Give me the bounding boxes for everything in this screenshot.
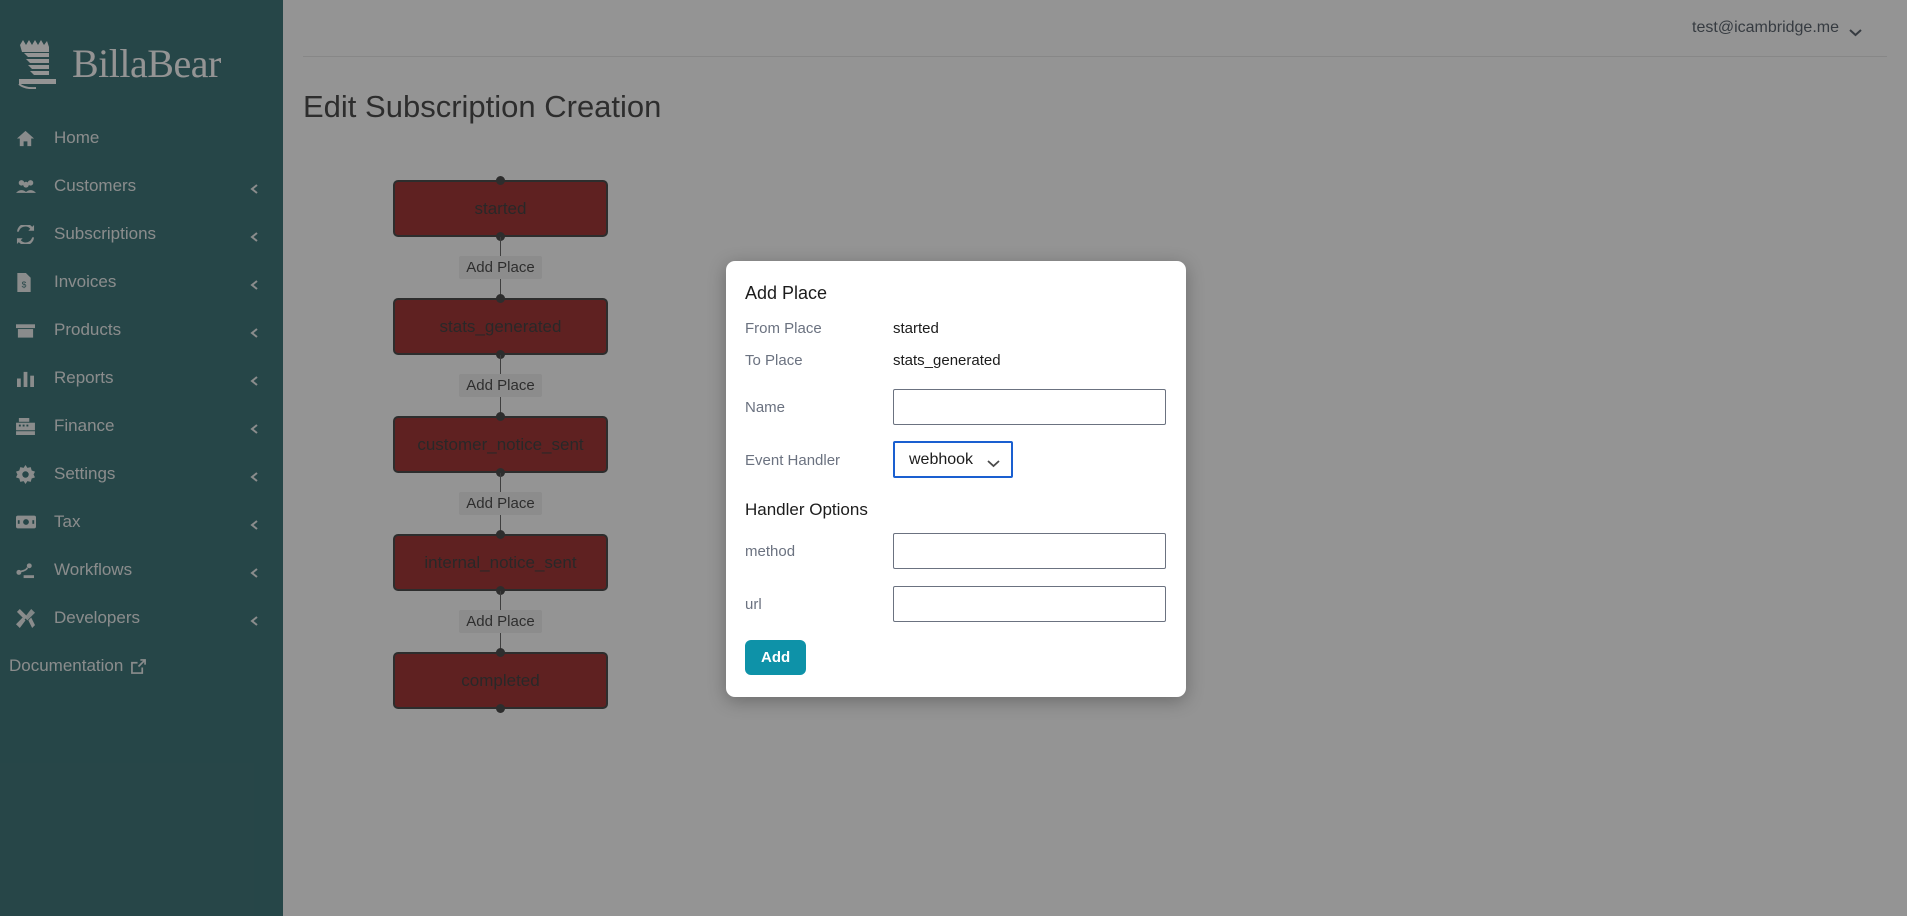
event-handler-select[interactable]: webhook <box>893 441 1014 478</box>
event-handler-label: Event Handler <box>745 452 841 469</box>
app-root: BillaBear Home Customers <box>0 0 1907 916</box>
from-place-label: From Place <box>745 320 822 337</box>
to-place-row: To Place stats_generated <box>745 350 1166 378</box>
event-handler-row: Event Handler webhook <box>745 435 1166 484</box>
url-input[interactable] <box>893 585 1166 622</box>
name-row: Name <box>745 382 1166 431</box>
handler-option-label: url <box>745 596 762 613</box>
to-place-label: To Place <box>745 352 803 369</box>
handler-options-heading: Handler Options <box>745 500 868 519</box>
add-place-modal: Add Place From Place started To Place st… <box>726 261 1186 697</box>
to-place-value: stats_generated <box>893 352 1001 369</box>
modal-actions: Add <box>745 640 1166 675</box>
name-label: Name <box>745 399 786 416</box>
modal-title: Add Place <box>745 283 828 303</box>
handler-option-url-row: url <box>745 579 1166 628</box>
name-input[interactable] <box>893 388 1166 425</box>
event-handler-selected-value: webhook <box>909 450 974 468</box>
add-button[interactable]: Add <box>745 640 807 675</box>
handler-option-label: method <box>745 543 796 560</box>
chevron-down-icon <box>987 455 1000 468</box>
method-input[interactable] <box>893 532 1166 569</box>
from-place-row: From Place started <box>745 318 1166 346</box>
from-place-value: started <box>893 320 939 337</box>
handler-option-method-row: method <box>745 526 1166 575</box>
